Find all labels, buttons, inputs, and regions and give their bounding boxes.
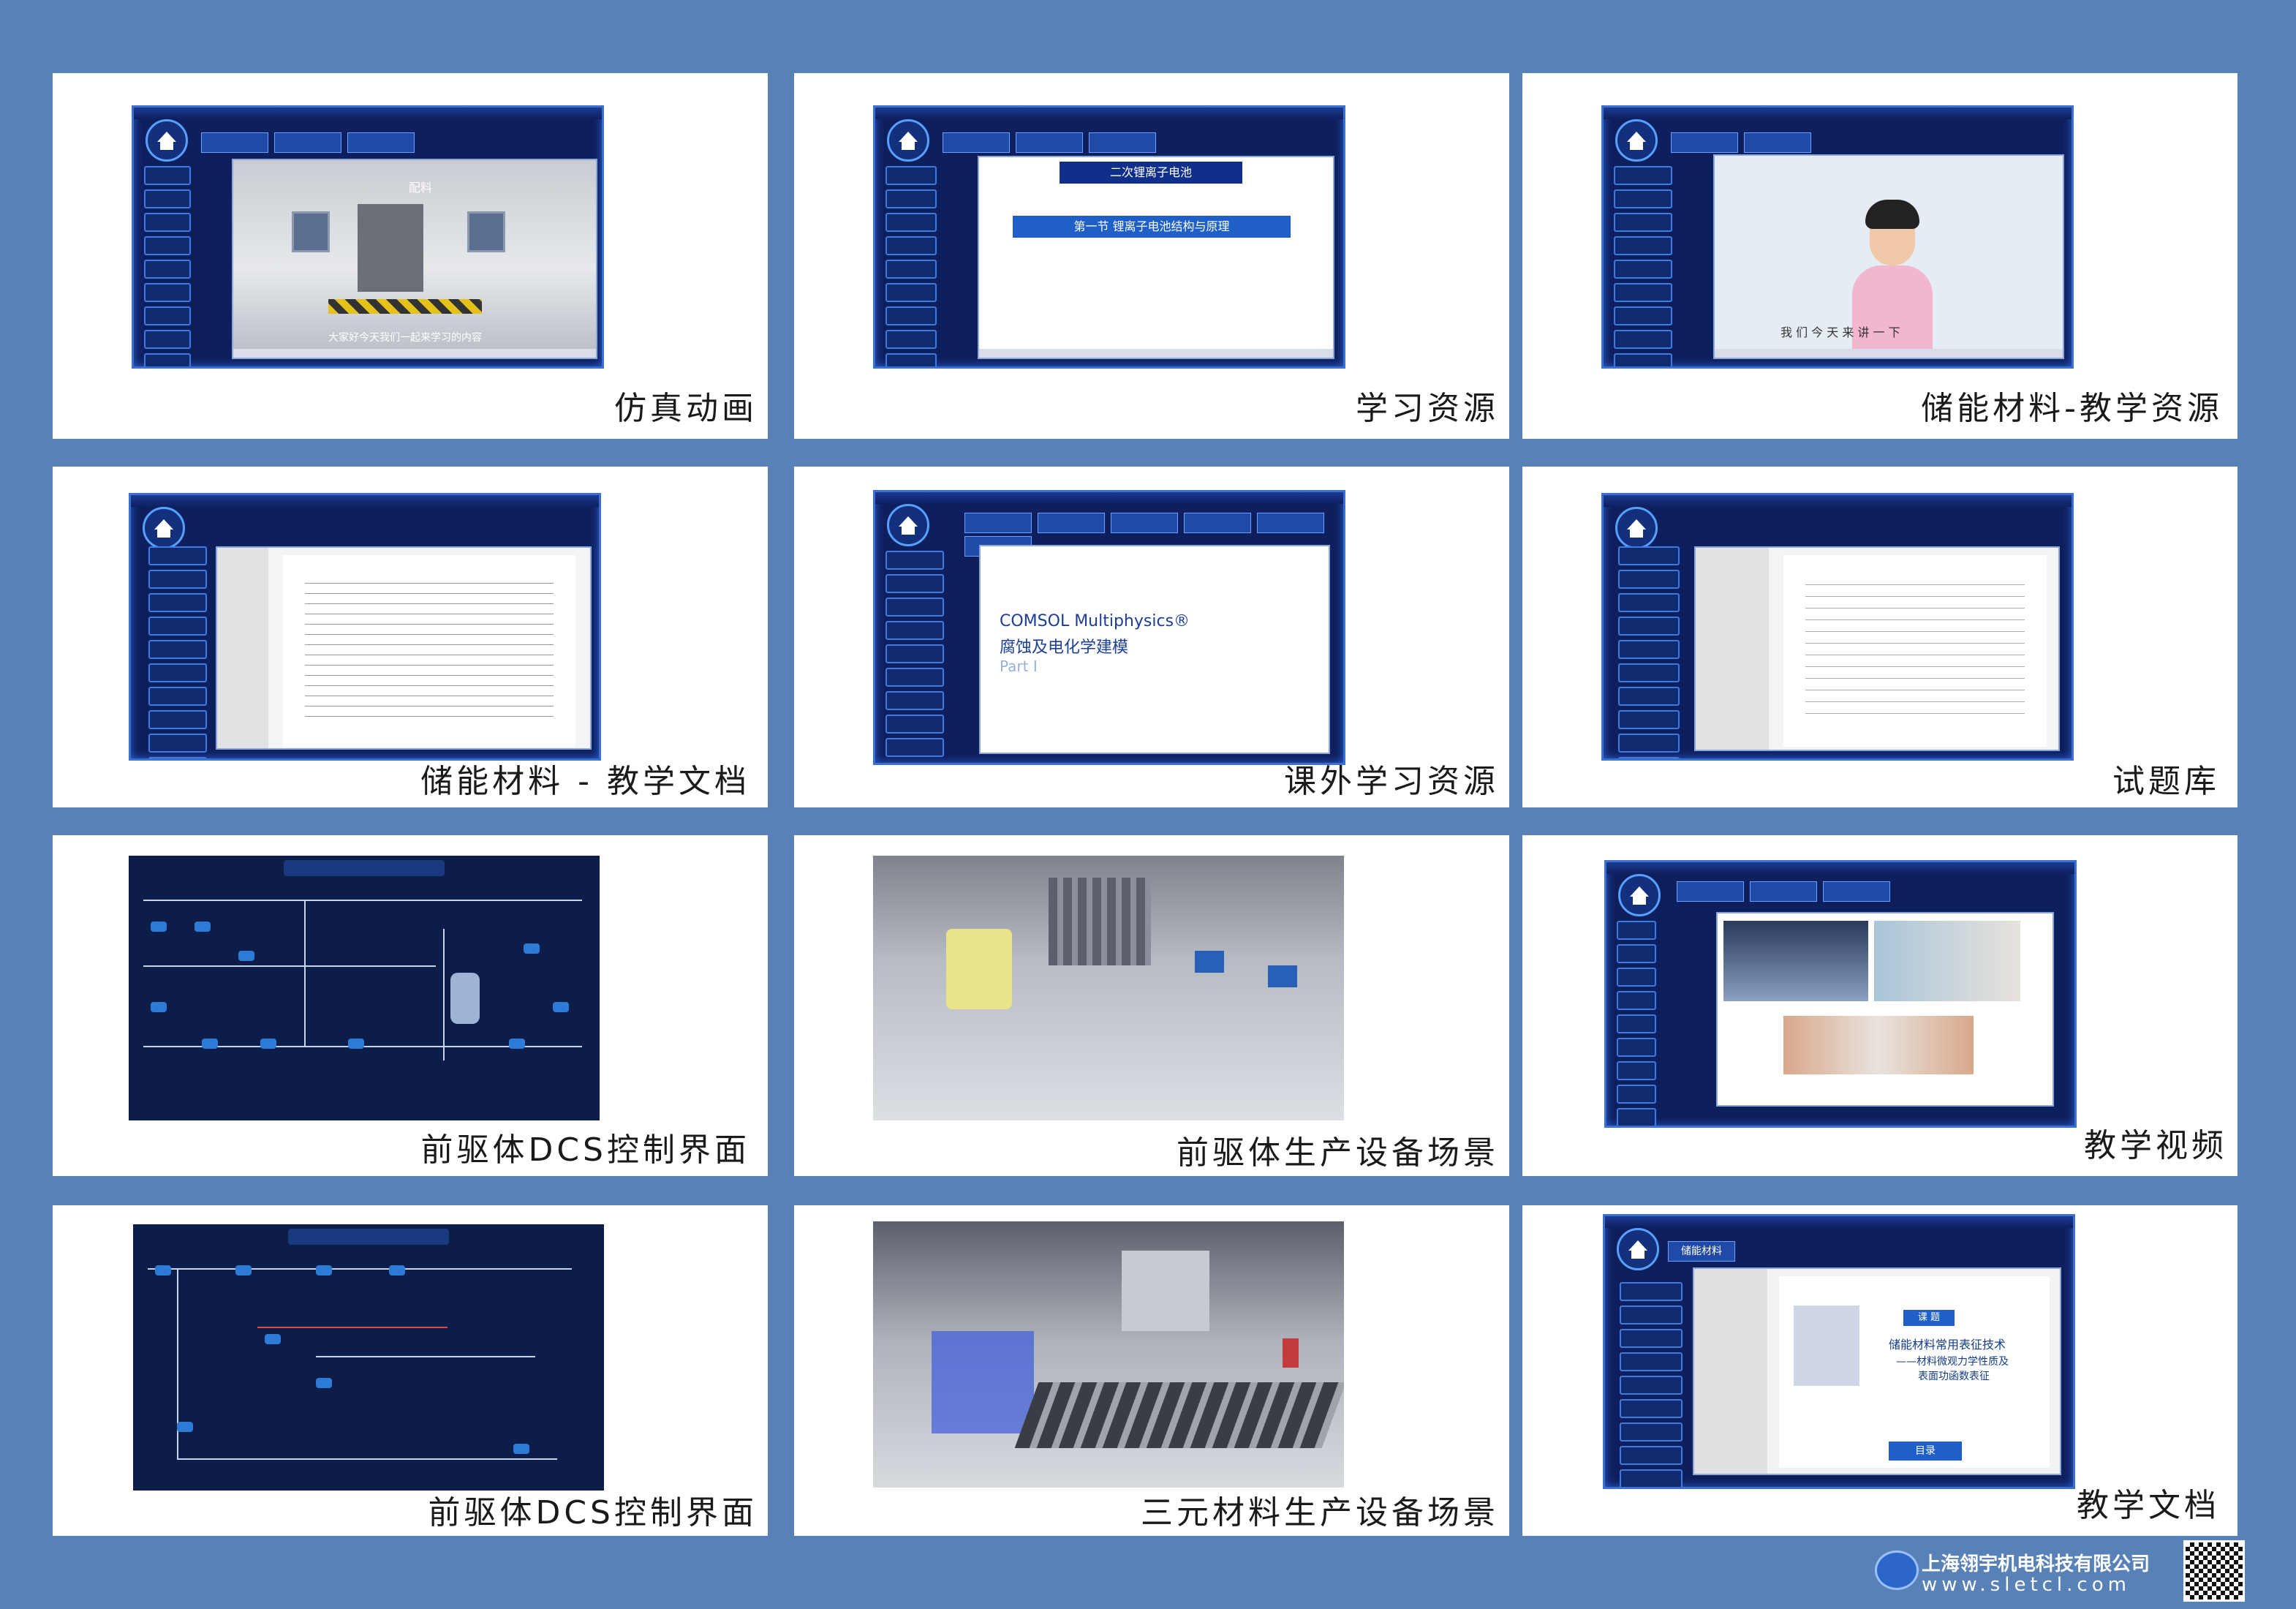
card-caption: 前驱体DCS控制界面	[428, 1494, 758, 1531]
company-url[interactable]: www.sletcl.com	[1922, 1574, 2131, 1596]
side-menu	[1620, 1282, 1683, 1487]
comsol-screenshot: COMSOL Multiphysics® 腐蚀及电化学建模 Part I	[873, 490, 1345, 765]
side-menu	[1614, 166, 1672, 366]
doc-title: 二次锂离子电池	[1060, 162, 1242, 184]
exam-paper	[1694, 546, 2060, 751]
card-extracurricular-resources[interactable]: COMSOL Multiphysics® 腐蚀及电化学建模 Part I 课外学…	[794, 467, 1509, 807]
card-precursor-dcs-2[interactable]: 前驱体DCS控制界面	[53, 1205, 768, 1536]
card-caption: 学习资源	[1356, 390, 1499, 427]
card-caption: 前驱体生产设备场景	[1177, 1134, 1499, 1172]
top-tabs	[943, 132, 1162, 156]
question-bank-screenshot	[1601, 493, 2074, 761]
dcs-screenshot	[129, 856, 600, 1120]
card-caption: 仿真动画	[614, 390, 758, 427]
top-tabs	[1671, 132, 1817, 156]
video-controls[interactable]	[1715, 349, 2063, 358]
document-viewer	[216, 546, 592, 750]
side-menu	[1617, 921, 1656, 1126]
company-logo-icon	[1875, 1550, 1919, 1590]
precursor-3d-scene	[873, 856, 1344, 1120]
home-icon	[1615, 119, 1658, 162]
top-tabs	[201, 132, 420, 156]
video-controls[interactable]	[979, 349, 1333, 358]
lesson-subtitle-2: 表面功函数表征	[1918, 1371, 1990, 1382]
dcs-screenshot	[133, 1224, 604, 1491]
ternary-3d-scene	[873, 1221, 1344, 1488]
side-menu	[144, 166, 191, 366]
card-caption: 试题库	[2112, 763, 2220, 800]
video-controls[interactable]	[233, 349, 596, 358]
card-caption: 教学视频	[2084, 1127, 2227, 1164]
home-icon	[146, 119, 188, 162]
home-icon	[143, 507, 185, 549]
card-caption: 三元材料生产设备场景	[1141, 1494, 1499, 1531]
card-precursor-dcs-1[interactable]: 前驱体DCS控制界面	[53, 835, 768, 1176]
tab-energy-materials[interactable]: 储能材料	[1668, 1241, 1735, 1262]
home-icon	[1618, 874, 1661, 916]
home-icon	[1615, 507, 1658, 549]
card-teaching-video[interactable]: 教学视频	[1522, 835, 2238, 1176]
side-menu	[885, 166, 937, 366]
scene-view: 配料 大家好今天我们一起来学习的内容	[232, 159, 597, 359]
comsol-slide: COMSOL Multiphysics® 腐蚀及电化学建模 Part I	[979, 545, 1330, 754]
lecturer-video: 我 们 今 天 来 讲 一 下	[1713, 154, 2064, 359]
card-question-bank[interactable]: 试题库	[1522, 467, 2238, 807]
comsol-title: COMSOL Multiphysics®	[1000, 612, 1190, 630]
video-subtitle: 我 们 今 天 来 讲 一 下	[1780, 325, 1900, 339]
company-name: 上海翎宇机电科技有限公司	[1922, 1553, 2150, 1575]
top-tabs	[1677, 881, 1896, 905]
comsol-part: Part I	[1000, 657, 1038, 675]
card-caption: 储能材料 - 教学文档	[420, 763, 750, 800]
teaching-doc-screenshot	[129, 493, 601, 761]
lesson-subtitle-1: ——材料微观力学性质及	[1896, 1356, 2009, 1368]
home-icon	[887, 504, 929, 546]
card-learning-resources[interactable]: 二次锂离子电池 第一节 锂离子电池结构与原理 学习资源	[794, 73, 1509, 439]
side-menu	[885, 551, 944, 761]
scene-title: 配料	[409, 181, 433, 195]
video-subtitle: 大家好今天我们一起来学习的内容	[328, 332, 482, 344]
toc-button[interactable]: 目录	[1889, 1442, 1962, 1461]
lesson-title: 储能材料常用表征技术	[1889, 1338, 2006, 1352]
card-caption: 前驱体DCS控制界面	[420, 1131, 750, 1169]
side-menu	[1618, 546, 1680, 758]
card-caption: 教学文档	[2077, 1487, 2220, 1524]
video-gallery	[1716, 912, 2054, 1107]
doc-section: 第一节 锂离子电池结构与原理	[1013, 216, 1291, 238]
home-icon	[1617, 1228, 1659, 1270]
qr-code-icon	[2183, 1540, 2245, 1602]
learning-screenshot: 二次锂离子电池 第一节 锂离子电池结构与原理	[873, 105, 1345, 369]
teaching-doc-screenshot: 储能材料 课 题 储能材料常用表征技术 ——材料微观力学性质及 表面功函数表征 …	[1603, 1214, 2075, 1489]
card-energy-teaching-docs[interactable]: 储能材料 - 教学文档	[53, 467, 768, 807]
comsol-subtitle: 腐蚀及电化学建模	[1000, 638, 1129, 657]
side-menu	[148, 546, 207, 758]
card-precursor-equipment[interactable]: 前驱体生产设备场景	[794, 835, 1509, 1176]
card-ternary-equipment[interactable]: 三元材料生产设备场景	[794, 1205, 1509, 1536]
card-caption: 课外学习资源	[1284, 763, 1499, 800]
lesson-viewer: 课 题 储能材料常用表征技术 ——材料微观力学性质及 表面功函数表征 目录	[1693, 1267, 2061, 1475]
card-caption: 储能材料-教学资源	[1921, 390, 2223, 427]
teaching-video-screenshot	[1604, 860, 2077, 1128]
card-teaching-docs[interactable]: 储能材料 课 题 储能材料常用表征技术 ——材料微观力学性质及 表面功函数表征 …	[1522, 1205, 2238, 1536]
document-view: 二次锂离子电池 第一节 锂离子电池结构与原理	[978, 156, 1334, 359]
teaching-video-screenshot: 我 们 今 天 来 讲 一 下	[1601, 105, 2074, 369]
card-energy-teaching-resources[interactable]: 我 们 今 天 来 讲 一 下 储能材料-教学资源	[1522, 73, 2238, 439]
simulation-screenshot: 配料 大家好今天我们一起来学习的内容	[132, 105, 604, 369]
home-icon	[887, 119, 929, 162]
card-simulation-animation[interactable]: 配料 大家好今天我们一起来学习的内容 仿真动画	[53, 73, 768, 439]
lesson-label: 课 题	[1903, 1310, 1955, 1326]
